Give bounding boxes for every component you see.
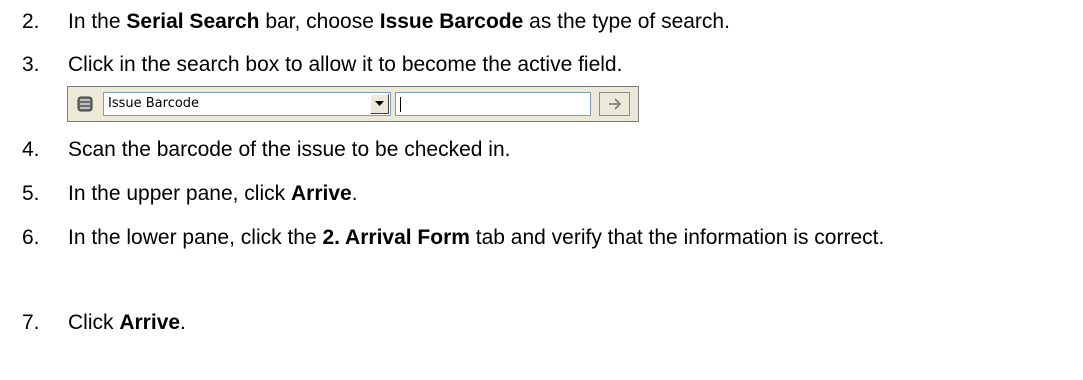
step-text: Scan the barcode of the issue to be chec… [68, 138, 510, 162]
step-text-bold: Arrive [119, 311, 181, 334]
search-type-select[interactable]: Issue Barcode [103, 92, 391, 116]
step-text-part: In the [68, 10, 127, 33]
step-text-part: as the type of search. [523, 10, 730, 33]
step-text-part: In the upper pane, click [68, 182, 291, 205]
arrow-right-icon [609, 98, 622, 110]
step-text-part: bar, choose [259, 10, 380, 33]
step-text: In the upper pane, click Arrive. [68, 182, 358, 206]
step-text-bold: Serial Search [126, 10, 260, 33]
text-caret [400, 97, 401, 112]
step-text-part: . [180, 311, 186, 334]
chevron-down-icon [375, 101, 384, 106]
step-text-part: tab and verify that the information is c… [469, 226, 885, 249]
step-number: 3. [22, 53, 40, 76]
search-type-value: Issue Barcode [108, 96, 200, 111]
step-text-part: Click [68, 311, 120, 334]
search-go-button[interactable] [599, 92, 630, 116]
step-text-bold: 2. Arrival Form [322, 226, 470, 249]
step-text-bold: Issue Barcode [379, 10, 524, 33]
step-text: Click Arrive. [68, 311, 186, 335]
step-number: 2. [22, 10, 40, 33]
step-text-bold: Arrive [290, 182, 352, 205]
step-number: 4. [22, 138, 40, 161]
step-text-part: In the lower pane, click the [68, 226, 323, 249]
step-number: 6. [22, 226, 40, 249]
step-text-part: Click in the search box to allow it to b… [68, 53, 623, 76]
dropdown-button[interactable] [370, 94, 389, 114]
step-text: In the Serial Search bar, choose Issue B… [68, 10, 730, 34]
step-text-part: Scan the barcode of the issue to be chec… [68, 138, 511, 161]
step-text: Click in the search box to allow it to b… [68, 53, 622, 77]
step-number: 5. [22, 182, 40, 205]
step-text: In the lower pane, click the 2. Arrival … [68, 226, 1078, 250]
step-number: 7. [22, 311, 40, 334]
step-text-part: . [351, 182, 358, 205]
search-input[interactable] [395, 92, 591, 116]
serial-icon [76, 95, 94, 113]
serial-search-bar: Issue Barcode [67, 86, 639, 122]
